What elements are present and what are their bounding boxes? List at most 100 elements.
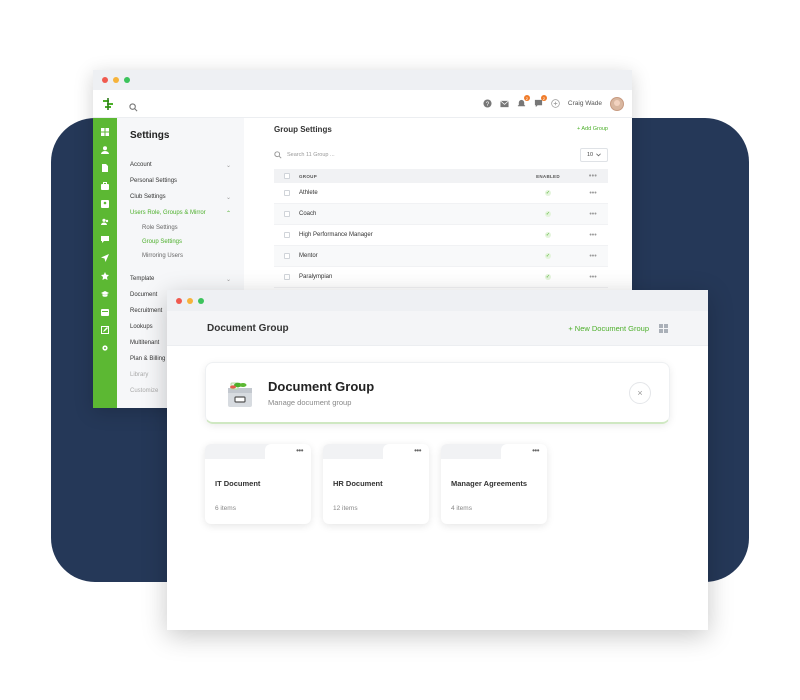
nav-label: Users Role, Groups & Mirror: [130, 210, 206, 216]
nav-item-role-settings[interactable]: Role Settings: [130, 221, 231, 235]
notification-bell-icon[interactable]: 2: [517, 95, 530, 108]
page-title: Group Settings: [274, 124, 332, 134]
nav-label: Mirroring Users: [142, 253, 184, 259]
row-more-button[interactable]: •••: [578, 253, 608, 260]
page-size-value: 10: [586, 152, 594, 158]
graduation-cap-icon[interactable]: [101, 290, 109, 298]
hero-subtitle: Manage document group: [268, 397, 352, 407]
avatar[interactable]: [610, 96, 624, 111]
nav-item-group-settings[interactable]: Group Settings: [130, 235, 231, 249]
folder-card-manager-agreements[interactable]: ••• Manager Agreements 4 items: [441, 444, 547, 524]
enabled-cell: ✓: [518, 274, 578, 280]
nav-item-personal-settings[interactable]: Personal Settings: [130, 173, 231, 189]
nav-label: Template: [130, 276, 155, 282]
nav-item-club-settings[interactable]: Club Settings ⌄: [130, 189, 231, 205]
grid-view-icon[interactable]: [659, 323, 668, 333]
app-topbar: ? 2 2 Craig Wade: [93, 90, 632, 118]
dashboard-icon[interactable]: [101, 128, 109, 136]
row-checkbox[interactable]: [283, 190, 290, 196]
help-icon[interactable]: ?: [483, 99, 492, 108]
row-checkbox[interactable]: [283, 253, 290, 259]
search-icon: [274, 151, 282, 159]
chat-rail-icon[interactable]: [101, 236, 109, 244]
close-window-dot[interactable]: [176, 297, 182, 304]
row-checkbox[interactable]: [283, 274, 290, 280]
svg-text:?: ?: [486, 101, 490, 108]
users-icon[interactable]: [101, 218, 109, 226]
enabled-cell: ✓: [518, 232, 578, 238]
nav-label: Club Settings: [130, 194, 166, 200]
nav-item-template[interactable]: Template ⌄: [130, 271, 231, 287]
row-more-button[interactable]: •••: [578, 190, 608, 197]
select-all-checkbox[interactable]: [283, 173, 290, 179]
edit-icon[interactable]: [101, 326, 109, 334]
chat-icon[interactable]: 2: [534, 95, 547, 108]
chat-badge: 2: [540, 95, 547, 101]
minimize-window-dot[interactable]: [187, 297, 193, 304]
navigation-icon[interactable]: [101, 254, 109, 262]
row-checkbox-cell: [274, 274, 299, 280]
user-icon[interactable]: [101, 146, 109, 154]
folder-card-hr-document[interactable]: ••• HR Document 12 items: [323, 444, 429, 524]
row-more-button[interactable]: •••: [578, 274, 608, 281]
folder-more-button[interactable]: •••: [532, 446, 539, 455]
document-group-body: Document Group Manage document group × •…: [167, 346, 708, 540]
star-icon[interactable]: [101, 272, 109, 280]
maximize-window-dot[interactable]: [124, 77, 130, 83]
folder-card-it-document[interactable]: ••• IT Document 6 items: [205, 444, 311, 524]
topbar-actions: ? 2 2 Craig Wade: [483, 95, 624, 111]
search-input[interactable]: Search 11 Group ...: [274, 151, 335, 159]
column-header-group[interactable]: GROUP: [299, 174, 518, 179]
nav-item-users-role-groups-mirror[interactable]: Users Role, Groups & Mirror ⌃: [130, 205, 231, 221]
briefcase-icon[interactable]: [101, 182, 109, 190]
new-document-group-button[interactable]: + New Document Group: [568, 324, 649, 333]
mail-icon[interactable]: [500, 99, 509, 108]
table-row[interactable]: High Performance Manager ✓ •••: [274, 225, 608, 246]
page-size-select[interactable]: 10: [580, 148, 608, 162]
folder-tab: [441, 444, 547, 459]
table-row[interactable]: Athlete ✓ •••: [274, 183, 608, 204]
row-more-button[interactable]: •••: [578, 232, 608, 239]
user-name[interactable]: Craig Wade: [568, 100, 602, 107]
folder-more-button[interactable]: •••: [296, 446, 303, 455]
hero-text: Document Group Manage document group: [268, 379, 374, 407]
contact-card-icon[interactable]: [101, 200, 109, 208]
nav-label: Personal Settings: [130, 178, 178, 184]
column-header-enabled[interactable]: ENABLED: [518, 174, 578, 179]
folder-item-count: 4 items: [451, 505, 472, 512]
table-row[interactable]: Mentor ✓ •••: [274, 246, 608, 267]
close-window-dot[interactable]: [102, 77, 108, 83]
calendar-icon[interactable]: [101, 308, 109, 316]
chevron-down-icon: [596, 153, 601, 157]
add-group-button[interactable]: + Add Group: [577, 126, 608, 132]
table-row[interactable]: Paralympian ✓ •••: [274, 267, 608, 288]
row-more-button[interactable]: •••: [578, 211, 608, 218]
document-icon[interactable]: [101, 164, 109, 172]
nav-item-mirroring-users[interactable]: Mirroring Users: [130, 249, 231, 263]
gear-icon[interactable]: [101, 344, 109, 352]
minimize-window-dot[interactable]: [113, 77, 119, 83]
app-left-rail: [93, 118, 117, 408]
folder-name: Manager Agreements: [451, 479, 527, 488]
app-logo-icon[interactable]: [101, 97, 115, 111]
nav-label: Document: [130, 292, 158, 298]
folder-name: IT Document: [215, 479, 261, 488]
group-name: Mentor: [299, 253, 318, 259]
search-icon[interactable]: [129, 99, 138, 112]
row-checkbox[interactable]: [283, 211, 290, 217]
stage: ? 2 2 Craig Wade Settings Account ⌄ Pers…: [0, 0, 800, 700]
nav-label: Role Settings: [142, 225, 178, 231]
table-row[interactable]: Coach ✓ •••: [274, 204, 608, 225]
nav-item-account[interactable]: Account ⌄: [130, 157, 231, 173]
group-name: Coach: [299, 211, 317, 217]
close-icon[interactable]: ×: [629, 382, 651, 404]
page-title: Document Group: [207, 322, 289, 334]
row-checkbox[interactable]: [283, 232, 290, 238]
add-circle-icon[interactable]: [551, 99, 560, 108]
column-header-more[interactable]: •••: [578, 173, 608, 180]
row-checkbox-cell: [274, 190, 299, 196]
header-checkbox-cell: [274, 173, 299, 179]
nav-label: Account: [130, 162, 152, 168]
maximize-window-dot[interactable]: [198, 297, 204, 304]
folder-more-button[interactable]: •••: [414, 446, 421, 455]
